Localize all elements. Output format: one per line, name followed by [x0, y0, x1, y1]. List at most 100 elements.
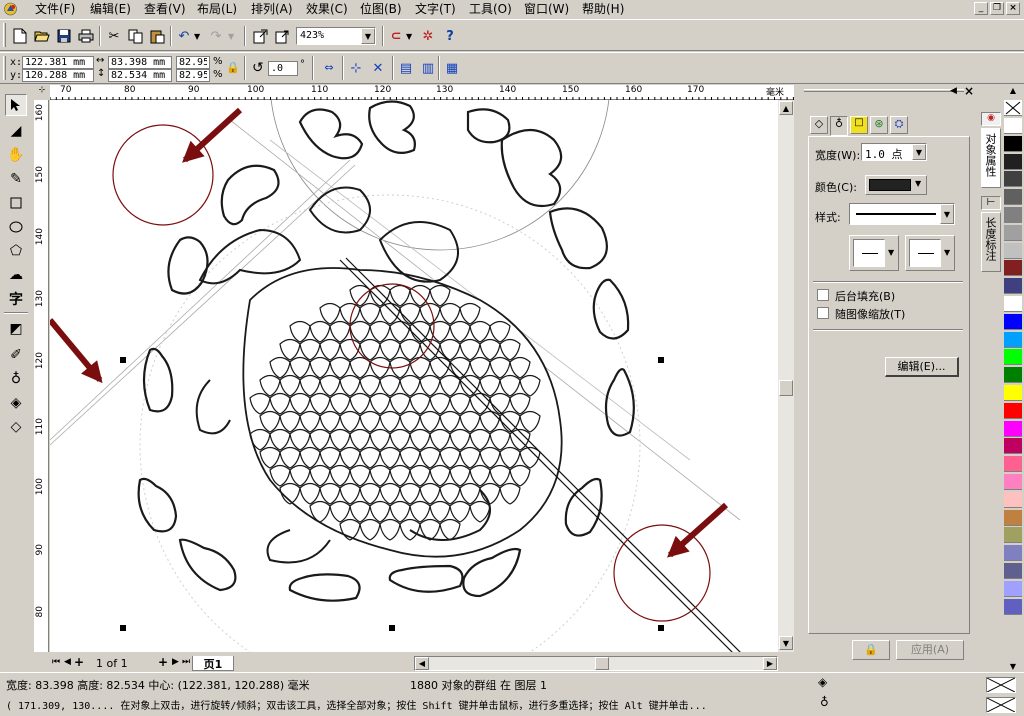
menu-layout[interactable]: 布局(L) [195, 1, 239, 17]
group-icon[interactable]: ⊹ [346, 58, 366, 78]
outline-tool-icon[interactable]: ♁ [5, 368, 27, 390]
menu-arrange[interactable]: 排列(A) [249, 1, 295, 17]
status-fill-swatch[interactable] [986, 677, 1016, 693]
rotation-angle-field[interactable] [268, 61, 298, 76]
palette-swatch[interactable] [1004, 278, 1022, 295]
horizontal-ruler[interactable]: 70 80 90 100 110 120 130 140 150 160 170… [50, 85, 794, 100]
selection-handle[interactable] [120, 625, 126, 631]
palette-swatch[interactable] [1004, 438, 1022, 455]
palette-swatch[interactable] [1004, 171, 1022, 188]
palette-swatch[interactable] [1004, 563, 1022, 579]
horizontal-scrollbar[interactable]: ◀ ▶ [414, 656, 778, 671]
close-button[interactable]: × [1006, 2, 1020, 15]
menu-effects[interactable]: 效果(C) [304, 1, 350, 17]
undo-icon[interactable]: ↶ [174, 26, 194, 46]
qilin-roundel-drawing[interactable] [50, 100, 778, 652]
outline-color-picker[interactable]: ▼ [865, 175, 927, 195]
mirror-buttons-icon[interactable]: ⇔ [318, 54, 340, 80]
minimize-button[interactable]: _ [974, 2, 988, 15]
restore-button[interactable]: ❐ [990, 2, 1004, 15]
basic-shapes-tool-icon[interactable]: ☁ [5, 264, 27, 286]
docker-close-icon[interactable]: × [964, 84, 974, 98]
rectangle-tool-icon[interactable] [5, 192, 27, 214]
palette-swatch[interactable] [1004, 385, 1022, 401]
selection-handle[interactable] [389, 625, 395, 631]
fill-tool-icon[interactable]: ◈ [5, 392, 27, 414]
insert-page-before-icon[interactable]: + [74, 655, 84, 669]
text-tool-icon[interactable]: 字 [5, 288, 27, 310]
height-field[interactable] [108, 69, 172, 82]
copy-icon[interactable] [126, 26, 146, 46]
docker-grip[interactable] [804, 89, 964, 92]
vertical-ruler[interactable]: 160 150 140 130 120 110 100 90 80 [34, 100, 49, 652]
palette-swatch[interactable] [1004, 527, 1022, 544]
palette-swatch[interactable] [1004, 260, 1022, 277]
ruler-origin-icon[interactable]: ⊹ [34, 85, 50, 100]
y-position-field[interactable] [22, 69, 94, 82]
palette-swatch[interactable] [1004, 331, 1022, 348]
redo-icon[interactable]: ↷ [206, 26, 226, 46]
palette-swatch[interactable] [1004, 189, 1022, 206]
insert-page-after-icon[interactable]: + [158, 655, 168, 669]
menu-file[interactable]: 文件(F) [33, 1, 77, 17]
next-page-icon[interactable]: ▶ [172, 657, 179, 667]
ungroup-icon[interactable]: ✕ [368, 58, 388, 78]
edit-outline-button[interactable]: 编辑(E)... [885, 357, 959, 377]
zoom-combo[interactable]: 423% ▼ [296, 27, 376, 45]
app-icon[interactable] [3, 2, 18, 16]
palette-swatch[interactable] [1004, 207, 1022, 223]
apply-button[interactable]: 应用(A) [896, 640, 964, 660]
interactive-fill-tool-icon[interactable]: ◩ [5, 318, 27, 340]
paste-icon[interactable] [148, 26, 168, 46]
horizontal-scroll-thumb[interactable] [595, 657, 609, 670]
vertical-scrollbar[interactable]: ▲ ▼ [778, 100, 794, 652]
menu-text[interactable]: 文字(T) [413, 1, 458, 17]
menu-window[interactable]: 窗口(W) [522, 1, 571, 17]
polygon-tool-icon[interactable]: ⬠ [5, 240, 27, 262]
scroll-up-arrow-icon[interactable]: ▲ [779, 101, 793, 115]
palette-swatch[interactable] [1004, 367, 1022, 384]
internet-tab-icon[interactable]: ⊛ [870, 116, 888, 134]
vertical-scroll-thumb[interactable] [779, 380, 793, 396]
to-front-icon[interactable]: ▦ [442, 58, 462, 78]
selection-handle[interactable] [658, 357, 664, 363]
import-icon[interactable] [250, 26, 270, 46]
launcher-dropdown-icon[interactable]: ▼ [406, 32, 412, 41]
scroll-down-arrow-icon[interactable]: ▼ [779, 636, 793, 650]
scale-with-image-checkbox[interactable] [817, 307, 829, 319]
menu-tools[interactable]: 工具(O) [467, 1, 514, 17]
menu-help[interactable]: 帮助(H) [580, 1, 626, 17]
width-field[interactable] [108, 56, 172, 69]
palette-swatch[interactable] [1004, 296, 1022, 312]
application-launcher-icon[interactable]: ⊂ [386, 26, 406, 46]
outline-tab-icon[interactable]: ♁ [830, 116, 848, 136]
palette-swatch[interactable] [1004, 474, 1022, 490]
tab-dimension[interactable]: 长度标注 [981, 212, 1001, 272]
tab-object-properties[interactable]: 对象属性 [981, 128, 1001, 188]
eyedropper-tool-icon[interactable]: ✐ [5, 344, 27, 366]
cut-icon[interactable]: ✂ [104, 26, 124, 46]
lock-apply-icon[interactable]: 🔒 [852, 640, 890, 660]
combine-icon[interactable]: ▤ [396, 58, 416, 78]
export-icon[interactable] [272, 26, 292, 46]
scale-x-field[interactable] [176, 56, 210, 69]
palette-swatch[interactable] [1004, 420, 1022, 437]
save-icon[interactable] [54, 26, 74, 46]
selection-handle[interactable] [658, 625, 664, 631]
drawing-canvas[interactable] [50, 100, 778, 652]
palette-swatch[interactable] [1004, 580, 1022, 597]
page-tab[interactable]: 页1 [192, 656, 234, 671]
interactive-mesh-tool-icon[interactable]: ◇ [5, 416, 27, 438]
palette-swatch[interactable] [1004, 242, 1022, 259]
docker-collapse-icon[interactable]: ◀ [950, 86, 957, 96]
status-outline-swatch[interactable] [986, 697, 1016, 713]
menu-bitmaps[interactable]: 位图(B) [358, 1, 404, 17]
scale-y-field[interactable] [176, 69, 210, 82]
last-page-icon[interactable]: ⏭ [182, 657, 190, 667]
palette-scroll-up-icon[interactable]: ▲ [1004, 86, 1022, 98]
pick-tool-icon[interactable] [5, 94, 27, 116]
redo-dropdown-icon[interactable]: ▼ [228, 32, 234, 41]
palette-swatch[interactable] [1004, 509, 1022, 526]
palette-swatch[interactable] [1004, 349, 1022, 366]
break-apart-icon[interactable]: ▥ [418, 58, 438, 78]
